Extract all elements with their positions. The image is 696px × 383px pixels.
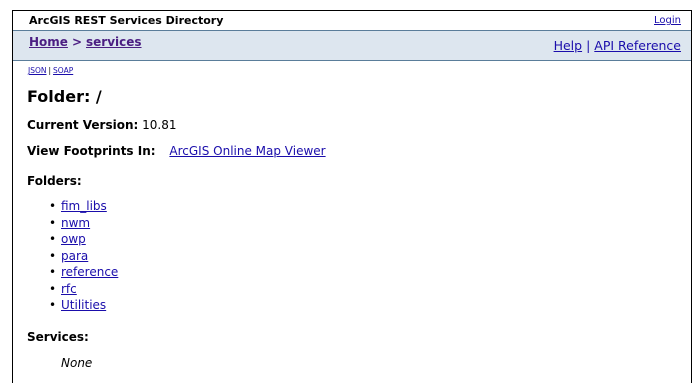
- current-version-label: Current Version:: [27, 118, 139, 132]
- bullet-icon: •: [49, 298, 57, 312]
- map-viewer-link[interactable]: ArcGIS Online Map Viewer: [169, 144, 325, 158]
- soap-link[interactable]: SOAP: [53, 66, 73, 75]
- bullet-icon: •: [49, 281, 57, 296]
- list-item: • owp: [49, 231, 691, 248]
- bullet-icon: •: [49, 199, 57, 213]
- breadcrumb-separator: >: [71, 35, 82, 49]
- title-bar: ArcGIS REST Services Directory Login: [13, 11, 691, 31]
- navigation-bar: Home > services Help | API Reference: [13, 31, 691, 61]
- list-item: • rfc: [49, 281, 691, 298]
- folder-link-nwm[interactable]: nwm: [61, 216, 90, 230]
- current-version: Current Version: 10.81: [27, 118, 691, 132]
- view-footprints-label: View Footprints In:: [27, 144, 156, 158]
- folder-link-owp[interactable]: owp: [61, 232, 86, 246]
- folder-link-para[interactable]: para: [61, 249, 88, 263]
- list-item: • nwm: [49, 215, 691, 232]
- breadcrumb: Home > services: [29, 31, 142, 49]
- main-content: Folder: / Current Version: 10.81 View Fo…: [13, 87, 691, 370]
- folder-link-rfc[interactable]: rfc: [61, 282, 77, 296]
- api-reference-link[interactable]: API Reference: [594, 38, 681, 53]
- bullet-icon: •: [49, 265, 57, 279]
- folders-list: • fim_libs • nwm • owp • para • reference • rf…: [27, 198, 691, 314]
- folder-link-reference[interactable]: reference: [61, 265, 118, 279]
- json-link[interactable]: JSON: [28, 66, 47, 75]
- bullet-icon: •: [49, 232, 57, 246]
- folder-link-utilities[interactable]: Utilities: [61, 298, 106, 312]
- current-version-value: 10.81: [142, 118, 177, 132]
- bullet-icon: •: [49, 248, 57, 263]
- list-item: • Utilities: [49, 297, 691, 314]
- help-links-separator: |: [586, 38, 591, 53]
- help-links: Help | API Reference: [554, 31, 681, 53]
- app-title: ArcGIS REST Services Directory: [29, 14, 224, 27]
- format-separator: |: [48, 66, 52, 75]
- folder-link-fim-libs[interactable]: fim_libs: [61, 199, 107, 213]
- page-title: Folder: /: [27, 87, 102, 106]
- list-item: • reference: [49, 264, 691, 281]
- help-link[interactable]: Help: [554, 38, 583, 53]
- format-links: JSON | SOAP: [13, 61, 691, 75]
- services-none-text: None: [61, 355, 93, 370]
- bullet-icon: •: [49, 215, 57, 230]
- breadcrumb-home-link[interactable]: Home: [29, 35, 68, 49]
- view-footprints: View Footprints In: ArcGIS Online Map Vi…: [27, 144, 691, 158]
- list-item: • fim_libs: [49, 198, 691, 215]
- page-frame: ArcGIS REST Services Directory Login Hom…: [12, 10, 692, 383]
- login-link[interactable]: Login: [654, 15, 681, 26]
- folders-heading: Folders:: [27, 174, 82, 188]
- list-item: • para: [49, 248, 691, 265]
- breadcrumb-services-link[interactable]: services: [86, 35, 142, 49]
- services-heading: Services:: [27, 329, 89, 344]
